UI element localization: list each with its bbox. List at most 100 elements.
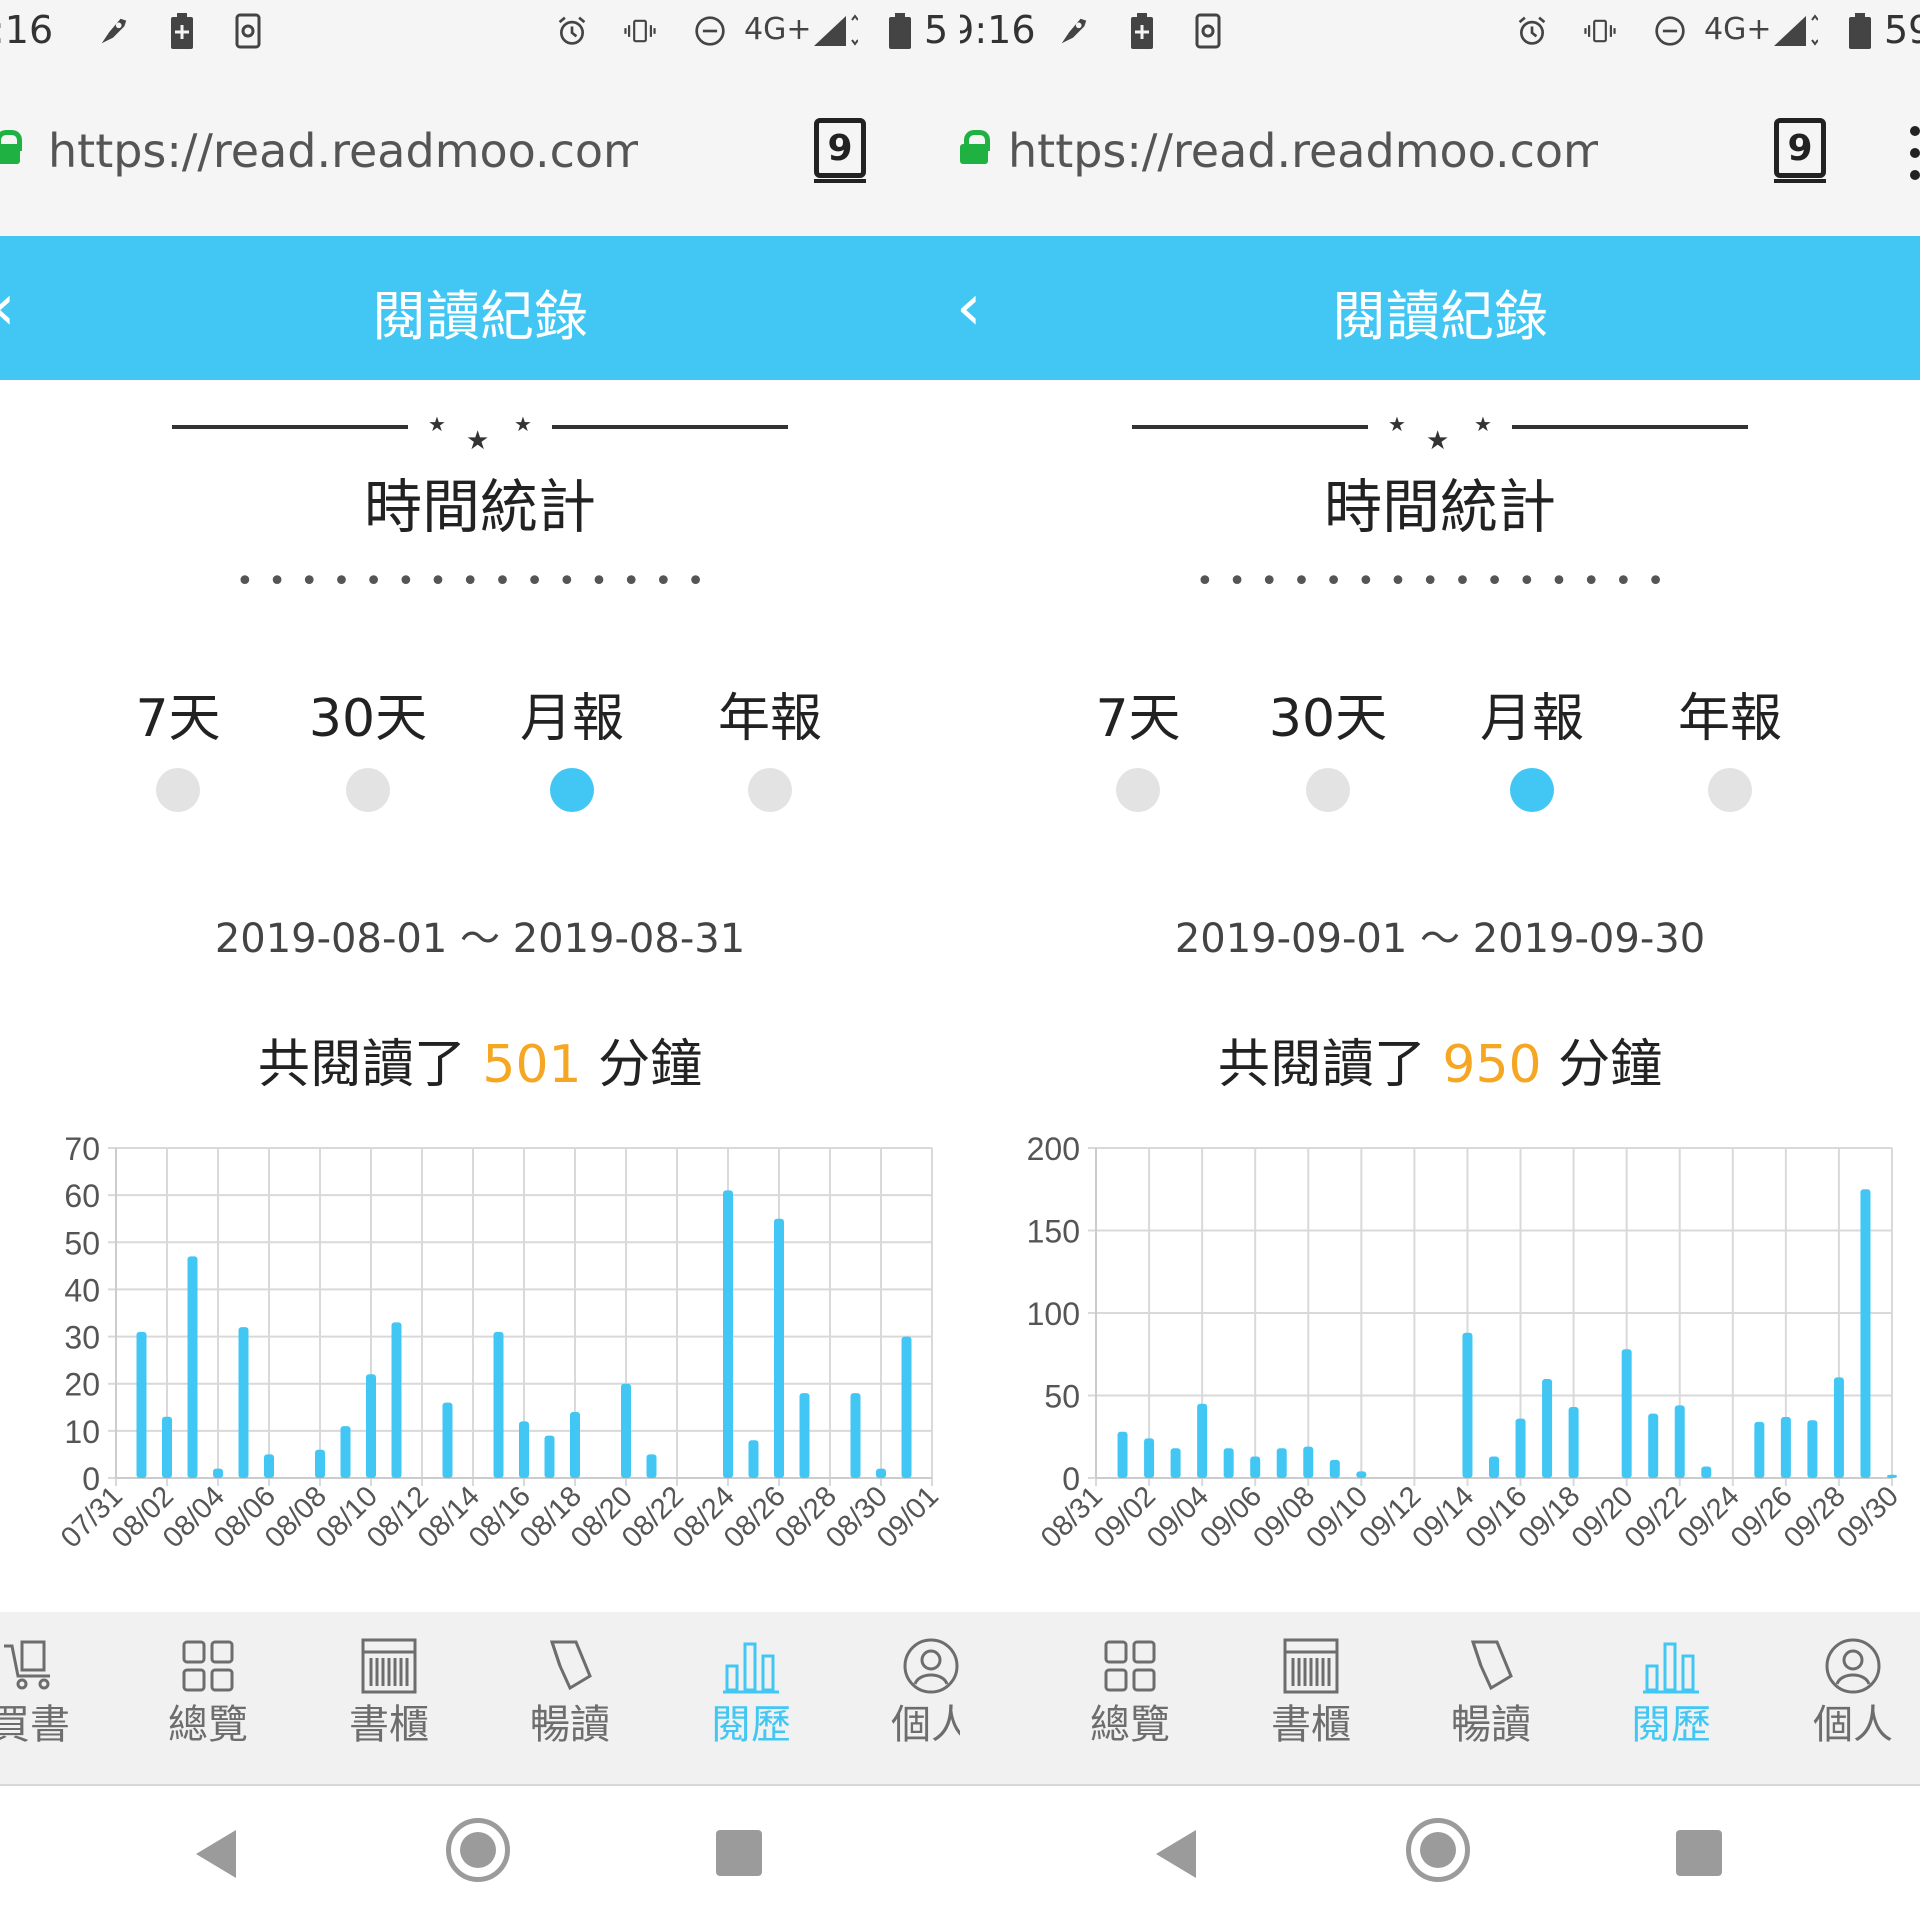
overflow-menu-icon[interactable] [1910, 126, 1920, 186]
period-radio[interactable] [1306, 768, 1350, 812]
tab-bookshelf[interactable]: 書櫃 [324, 1636, 454, 1766]
y-tick-label: 50 [64, 1225, 100, 1261]
tab-overview[interactable]: 總覽 [1065, 1636, 1195, 1766]
bar [876, 1468, 886, 1478]
bar [1303, 1446, 1314, 1478]
nav-back-icon[interactable] [1156, 1830, 1196, 1878]
bar [1276, 1448, 1287, 1478]
period-30days[interactable]: 30天 [1258, 676, 1398, 816]
date-range: 2019-08-01 ～ 2019-08-31 [214, 916, 746, 962]
vibrate-icon [1584, 14, 1616, 48]
period-yearly[interactable]: 年報 [700, 676, 840, 816]
tab-bookshelf[interactable]: 書櫃 [1246, 1636, 1376, 1766]
ornament-line-right [552, 425, 788, 429]
period-7days[interactable]: 7天 [108, 676, 248, 816]
status-time: 59:16 [960, 8, 1036, 52]
status-bar: :16 4G+ 5 [0, 0, 960, 64]
status-time-right-edge: 59 [1884, 8, 1920, 52]
x-tick-label: 09/30 [1831, 1480, 1905, 1554]
system-nav-bar [0, 1786, 960, 1920]
nav-home-icon[interactable] [1406, 1818, 1470, 1882]
period-30days[interactable]: 30天 [298, 676, 438, 816]
tab-label: 總覽 [168, 1702, 248, 1748]
tab-overview[interactable]: 總覽 [143, 1636, 273, 1766]
url-field[interactable]: https://read.readmoo.com/#/histo [1008, 124, 1598, 178]
bar [748, 1440, 759, 1478]
battery-icon [1844, 13, 1876, 49]
bar [391, 1322, 402, 1478]
tab-unlimited[interactable]: 暢讀 [505, 1636, 635, 1766]
x-tick-label: 09/16 [1460, 1480, 1534, 1554]
section-title: 時間統計 [363, 473, 596, 541]
bar [1515, 1418, 1526, 1478]
nav-recents-icon[interactable] [716, 1830, 762, 1876]
tab-history[interactable]: 閱歷 [1606, 1636, 1736, 1766]
x-tick-label: 09/06 [1194, 1480, 1268, 1554]
bar [774, 1218, 784, 1478]
period-label: 30天 [308, 689, 428, 749]
bar [1780, 1416, 1791, 1478]
page-title: 閱讀紀錄 [372, 285, 588, 348]
tab-switcher-button[interactable]: 9 [814, 118, 866, 183]
book-open-icon [1470, 1640, 1513, 1691]
y-tick-label: 70 [64, 1131, 100, 1167]
tab-buy-books[interactable]: 買書 [0, 1636, 95, 1766]
bar [1701, 1466, 1712, 1478]
bar [238, 1327, 249, 1478]
ornament-line-right [1512, 425, 1748, 429]
nav-recents-icon[interactable] [1676, 1830, 1722, 1876]
lock-icon [960, 130, 990, 164]
date-range: 2019-09-01 ～ 2019-09-30 [1174, 916, 1706, 962]
period-radio[interactable] [1708, 768, 1752, 812]
period-7days[interactable]: 7天 [1068, 676, 1208, 816]
bar [1223, 1448, 1234, 1478]
bar [1860, 1189, 1871, 1478]
url-field[interactable]: https://read.readmoo.com/#/histo [48, 124, 638, 178]
y-tick-label: 200 [1027, 1131, 1080, 1167]
period-label: 7天 [1095, 689, 1181, 749]
bar [544, 1435, 555, 1478]
period-radio[interactable] [156, 768, 200, 812]
star-icon: ★ [1426, 426, 1450, 456]
x-tick-label: 09/08 [1247, 1480, 1321, 1554]
reading-time-chart: 05010015020008/3109/0209/0409/0609/0809/… [1027, 1131, 1905, 1554]
period-radio[interactable] [346, 768, 390, 812]
tab-unlimited[interactable]: 暢讀 [1426, 1636, 1556, 1766]
battery-plus-icon [166, 13, 198, 49]
star-icon: ★ [428, 412, 446, 436]
signal-icon [1772, 14, 1818, 48]
tab-profile[interactable]: 個人 [1788, 1636, 1918, 1766]
tab-label: 閱歷 [1631, 1702, 1711, 1748]
bar [1807, 1420, 1818, 1478]
period-radio[interactable] [748, 768, 792, 812]
tab-switcher-button[interactable]: 9 [1774, 118, 1826, 183]
bar [1144, 1438, 1155, 1478]
period-radio[interactable] [1116, 768, 1160, 812]
network-type: 4G+ [744, 12, 812, 47]
nav-home-icon[interactable] [446, 1818, 510, 1882]
screenshot-icon [232, 13, 264, 49]
tab-label: 書櫃 [349, 1702, 429, 1748]
period-radio-selected[interactable] [1510, 768, 1554, 812]
bar [1542, 1379, 1553, 1478]
page-header: ‹ 閱讀紀錄 [960, 236, 1920, 380]
x-tick-label: 09/12 [1353, 1480, 1427, 1554]
x-tick-label: 09/18 [1513, 1480, 1587, 1554]
tab-label: 暢讀 [530, 1702, 610, 1748]
period-label: 30天 [1268, 689, 1388, 749]
x-tick-label: 09/26 [1725, 1480, 1799, 1554]
period-monthly[interactable]: 月報 [502, 676, 642, 816]
bar [1117, 1431, 1128, 1478]
period-yearly[interactable]: 年報 [1660, 676, 1800, 816]
do-not-disturb-icon [694, 14, 726, 48]
tab-history[interactable]: 閱歷 [686, 1636, 816, 1766]
nav-back-icon[interactable] [196, 1830, 236, 1878]
period-radio-selected[interactable] [550, 768, 594, 812]
x-tick-label: 09/28 [1778, 1480, 1852, 1554]
tab-profile[interactable]: 個人 [866, 1636, 960, 1766]
y-tick-label: 100 [1027, 1296, 1080, 1332]
bar [1568, 1407, 1579, 1478]
period-monthly[interactable]: 月報 [1462, 676, 1602, 816]
screenshot-september: 59:16 4G+ 59 https://read.readmoo.com/#/ [960, 0, 1920, 1920]
bar [519, 1421, 529, 1478]
